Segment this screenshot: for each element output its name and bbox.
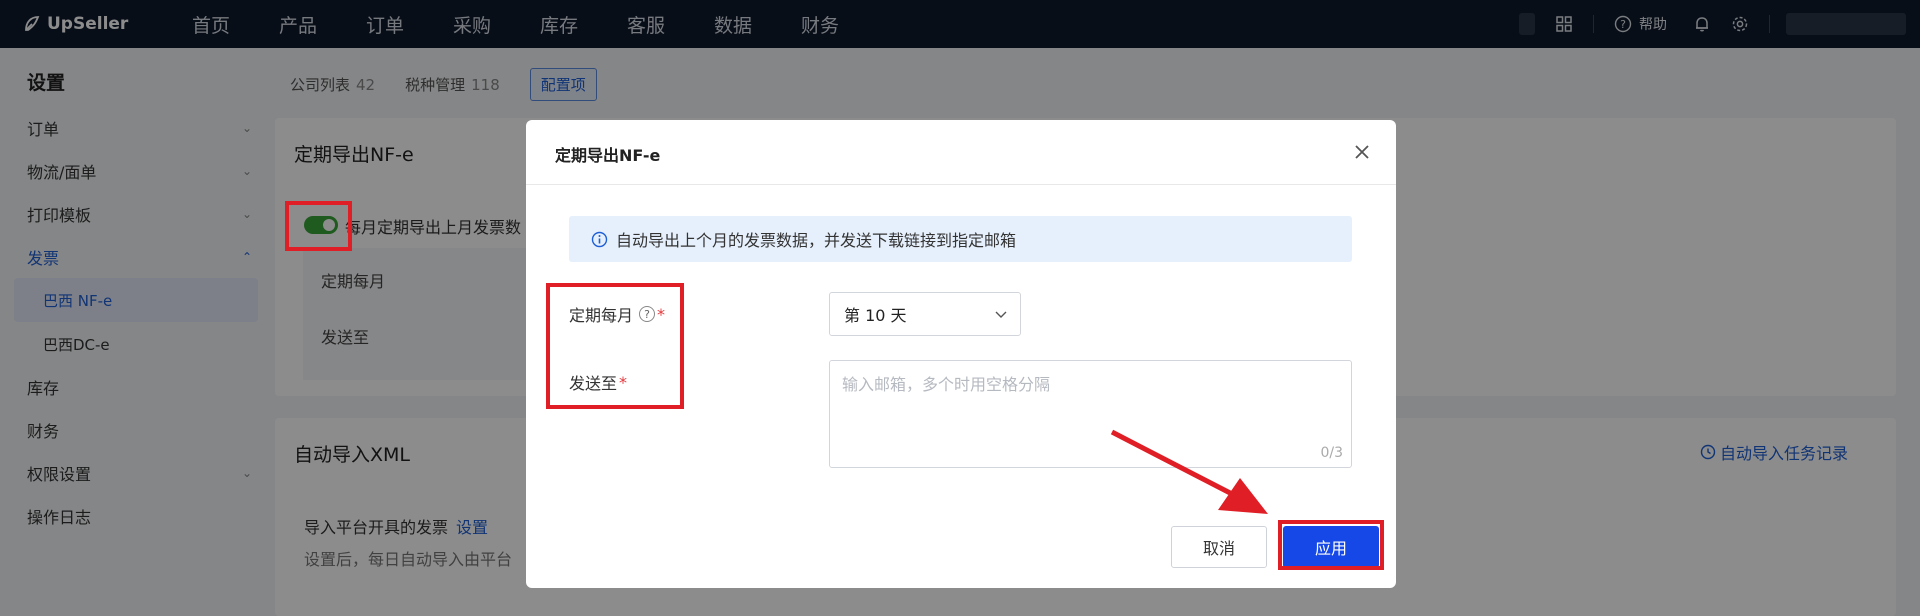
annotation-arrow [1110,429,1268,514]
